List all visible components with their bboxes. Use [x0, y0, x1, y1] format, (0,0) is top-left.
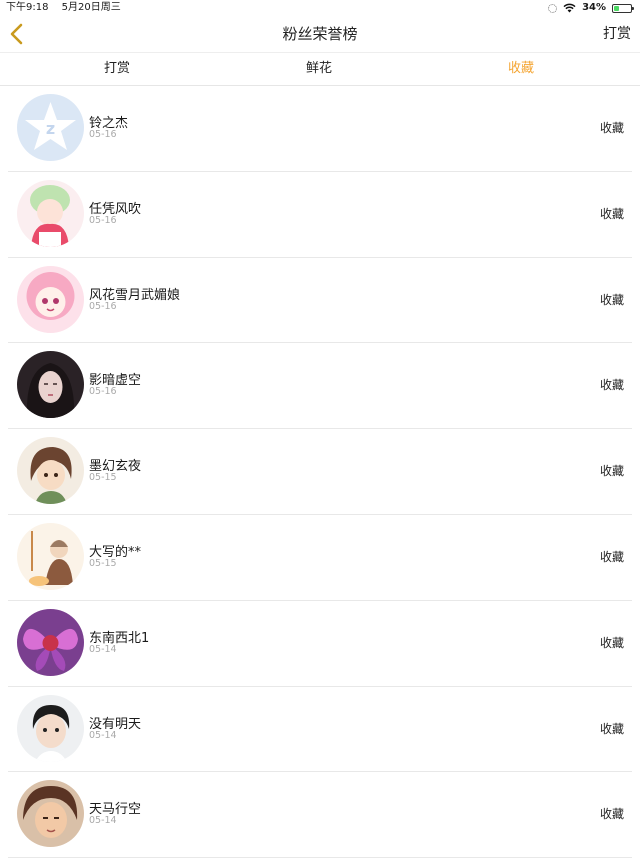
date-text: 05-14	[89, 815, 117, 827]
status-left: 下午9:18 5月20日周三	[6, 0, 121, 16]
status-bar: 下午9:18 5月20日周三 34%	[0, 0, 640, 16]
avatar: z	[17, 94, 84, 161]
reward-button[interactable]: 打赏	[603, 16, 631, 52]
list-item[interactable]: 影暗虚空 05-16 收藏	[8, 343, 632, 430]
date-text: 05-15	[89, 557, 117, 569]
date-text: 05-16	[89, 386, 117, 398]
avatar	[17, 179, 84, 247]
wifi-icon	[563, 3, 576, 13]
date-text: 05-16	[89, 300, 117, 312]
battery-icon	[612, 3, 634, 13]
battery-percent: 34%	[582, 2, 606, 13]
action-label: 收藏	[599, 464, 624, 479]
avatar	[17, 522, 84, 590]
status-date: 5月20日周三	[61, 2, 121, 13]
action-label: 收藏	[599, 121, 624, 135]
list-item[interactable]: 没有明天 05-14 收藏	[8, 687, 632, 773]
action-label: 收藏	[599, 378, 624, 393]
list-item[interactable]: 墨幻玄夜 05-15 收藏	[8, 429, 632, 515]
avatar	[17, 351, 84, 419]
list-item[interactable]: 大写的** 05-15 收藏	[8, 515, 632, 601]
navigation-bar: 粉丝荣誉榜 打赏	[0, 16, 640, 53]
tab-reward[interactable]: 打赏	[57, 53, 177, 85]
date-text: 05-14	[89, 729, 117, 741]
tab-flowers[interactable]: 鲜花	[259, 53, 379, 85]
page-title: 粉丝荣誉榜	[282, 25, 358, 43]
battery-level-fill	[614, 5, 620, 11]
svg-text:z: z	[46, 119, 55, 138]
list-item[interactable]: 风花雪月武媚娘 05-16 收藏	[8, 258, 632, 344]
avatar	[17, 780, 84, 848]
action-label: 收藏	[599, 292, 624, 307]
list-item[interactable]: 东南西北1 05-14 收藏	[8, 601, 632, 687]
avatar	[17, 608, 84, 676]
tab-favorites[interactable]: 收藏	[461, 53, 581, 85]
avatar	[17, 265, 84, 333]
action-label: 收藏	[599, 549, 624, 564]
list-item[interactable]: z 铃之杰 05-16 收藏	[8, 86, 632, 172]
action-label: 收藏	[599, 721, 624, 736]
action-label: 收藏	[599, 206, 624, 221]
action-label: 收藏	[599, 635, 624, 650]
avatar	[17, 694, 84, 762]
date-text: 05-15	[89, 472, 117, 484]
status-time: 下午9:18	[6, 2, 49, 13]
list-item[interactable]: 天马行空 05-14 收藏	[8, 772, 632, 858]
action-label: 收藏	[599, 807, 624, 822]
date-text: 05-16	[89, 129, 117, 140]
tab-bar: 打赏 鲜花 收藏	[0, 53, 640, 86]
activity-spinner-icon	[548, 3, 558, 13]
fan-list: z 铃之杰 05-16 收藏 任凭风吹 05-16 收藏 风花雪月武媚娘 05-…	[0, 86, 640, 858]
list-item[interactable]: 任凭风吹 05-16 收藏	[8, 172, 632, 258]
status-right: 34%	[548, 0, 634, 16]
date-text: 05-14	[89, 643, 117, 655]
date-text: 05-16	[89, 214, 117, 226]
avatar	[17, 437, 84, 505]
